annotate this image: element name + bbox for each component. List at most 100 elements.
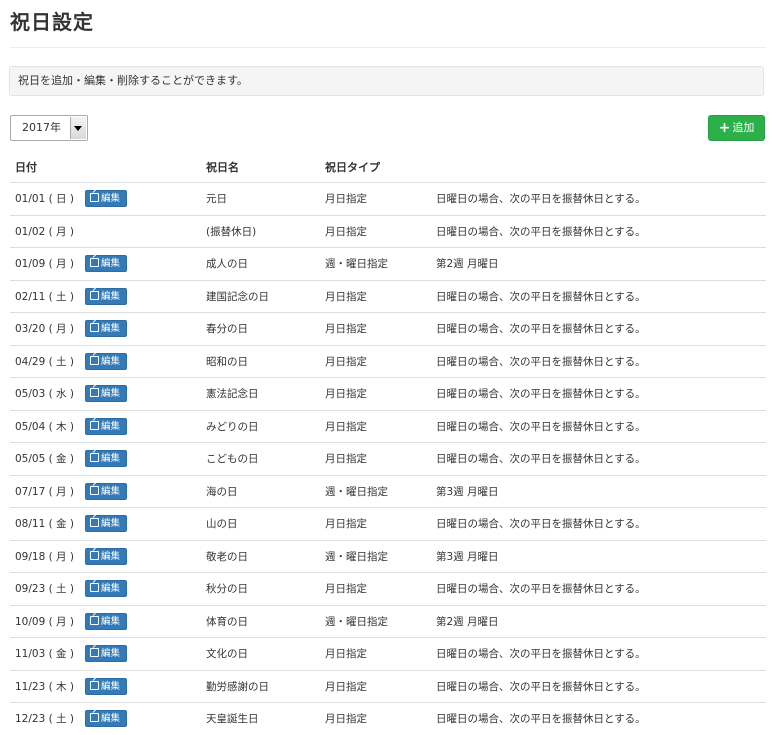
edit-icon xyxy=(90,355,99,365)
edit-button-label: 編集 xyxy=(101,323,121,335)
edit-button[interactable]: 編集 xyxy=(85,320,127,338)
holiday-name: 文化の日 xyxy=(201,637,320,670)
header-date: 日付 xyxy=(10,152,85,183)
table-row: 03/20 ( 月 ) 編集 春分の日 月日指定 日曜日の場合、次の平日を振替休日とする… xyxy=(10,312,766,345)
holiday-date: 09/18 ( 月 ) xyxy=(10,539,85,573)
holiday-type: 週・曜日指定 xyxy=(320,474,431,508)
edit-icon xyxy=(90,518,99,528)
holiday-date: 11/03 ( 金 ) xyxy=(10,637,85,670)
holiday-table: 日付 祝日名 祝日タイプ 01/01 ( 日 ) 編集 元日 月日指定 日曜日の場合、次… xyxy=(10,152,766,735)
holiday-rule: 日曜日の場合、次の平日を振替休日とする。 xyxy=(431,637,766,670)
holiday-date: 08/11 ( 金 ) xyxy=(10,507,85,540)
holiday-name: (振替休日) xyxy=(201,214,320,248)
edit-icon xyxy=(90,388,99,398)
table-row: 09/18 ( 月 ) 編集 敬老の日 週・曜日指定 第3週 月曜日 xyxy=(10,539,766,573)
edit-button[interactable]: 編集 xyxy=(85,190,127,208)
edit-button-label: 編集 xyxy=(101,290,121,302)
edit-icon xyxy=(90,648,99,658)
edit-button[interactable]: 編集 xyxy=(85,547,127,565)
edit-icon xyxy=(90,680,99,690)
table-header-row: 日付 祝日名 祝日タイプ xyxy=(10,152,766,183)
holiday-type: 月日指定 xyxy=(320,669,431,703)
holiday-name: 山の日 xyxy=(201,507,320,540)
edit-button[interactable]: 編集 xyxy=(85,482,127,500)
holiday-rule: 第2週 月曜日 xyxy=(431,247,766,280)
table-row: 11/03 ( 金 ) 編集 文化の日 月日指定 日曜日の場合、次の平日を振替休日とする… xyxy=(10,637,766,670)
edit-button[interactable]: 編集 xyxy=(85,580,127,598)
edit-button[interactable]: 編集 xyxy=(85,255,127,273)
holiday-rule: 日曜日の場合、次の平日を振替休日とする。 xyxy=(431,702,766,735)
edit-button[interactable]: 編集 xyxy=(85,417,127,435)
holiday-rule: 第3週 月曜日 xyxy=(431,474,766,508)
edit-icon xyxy=(90,583,99,593)
edit-icon xyxy=(90,713,99,723)
table-row: 05/03 ( 水 ) 編集 憲法記念日 月日指定 日曜日の場合、次の平日を振替休日とす… xyxy=(10,377,766,410)
holiday-date: 10/09 ( 月 ) xyxy=(10,604,85,638)
edit-cell: 編集 xyxy=(85,702,201,735)
holiday-rule: 日曜日の場合、次の平日を振替休日とする。 xyxy=(431,312,766,345)
holiday-type: 月日指定 xyxy=(320,377,431,410)
holiday-rule: 日曜日の場合、次の平日を振替休日とする。 xyxy=(431,344,766,378)
edit-cell: 編集 xyxy=(85,247,201,280)
edit-button-label: 編集 xyxy=(101,583,121,595)
holiday-rule: 日曜日の場合、次の平日を振替休日とする。 xyxy=(431,669,766,703)
edit-button[interactable]: 編集 xyxy=(85,287,127,305)
holiday-rule: 第3週 月曜日 xyxy=(431,539,766,573)
holiday-date: 01/01 ( 日 ) xyxy=(15,193,74,206)
table-row: 07/17 ( 月 ) 編集 海の日 週・曜日指定 第3週 月曜日 xyxy=(10,474,766,508)
year-select-value: 2017年 xyxy=(22,121,61,134)
edit-icon xyxy=(90,615,99,625)
header-holiday-type: 祝日タイプ xyxy=(320,152,431,183)
holiday-type: 月日指定 xyxy=(320,312,431,345)
plus-icon: + xyxy=(718,120,731,136)
add-holiday-button[interactable]: + 追加 xyxy=(708,115,765,141)
edit-button[interactable]: 編集 xyxy=(85,515,127,533)
edit-cell: 編集 xyxy=(85,669,201,703)
edit-button-label: 編集 xyxy=(101,550,121,562)
edit-cell: 編集 xyxy=(85,572,201,605)
holiday-rule: 日曜日の場合、次の平日を振替休日とする。 xyxy=(431,507,766,540)
edit-cell: 編集 xyxy=(85,442,201,475)
holiday-name: みどりの日 xyxy=(201,409,320,443)
holiday-rule: 日曜日の場合、次の平日を振替休日とする。 xyxy=(436,193,646,206)
edit-button-label: 編集 xyxy=(101,453,121,465)
edit-button[interactable]: 編集 xyxy=(85,710,127,728)
edit-icon xyxy=(90,550,99,560)
edit-button[interactable]: 編集 xyxy=(85,450,127,468)
table-row: 02/11 ( 土 ) 編集 建国記念の日 月日指定 日曜日の場合、次の平日を振替休日と… xyxy=(10,279,766,313)
info-message: 祝日を追加・編集・削除することができます。 xyxy=(9,66,764,96)
table-row: 05/04 ( 木 ) 編集 みどりの日 月日指定 日曜日の場合、次の平日を振替休日とす… xyxy=(10,409,766,443)
edit-button[interactable]: 編集 xyxy=(85,677,127,695)
year-select[interactable]: 2017年 xyxy=(10,115,88,141)
edit-button-label: 編集 xyxy=(101,713,121,725)
holiday-date: 05/05 ( 金 ) xyxy=(10,442,85,475)
holiday-name: 天皇誕生日 xyxy=(201,702,320,735)
page-title: 祝日設定 xyxy=(10,10,94,34)
holiday-type: 週・曜日指定 xyxy=(320,604,431,638)
holiday-date: 05/03 ( 水 ) xyxy=(10,377,85,410)
edit-cell: 編集 xyxy=(85,409,201,443)
edit-icon xyxy=(90,420,99,430)
edit-icon xyxy=(90,290,99,300)
edit-button-label: 編集 xyxy=(101,388,121,400)
edit-button-label: 編集 xyxy=(101,355,121,367)
holiday-type: 月日指定 xyxy=(320,702,431,735)
edit-button[interactable]: 編集 xyxy=(85,385,127,403)
edit-button[interactable]: 編集 xyxy=(85,645,127,663)
holiday-date: 09/23 ( 土 ) xyxy=(10,572,85,605)
holiday-type: 月日指定 xyxy=(320,344,431,378)
holiday-date: 11/23 ( 木 ) xyxy=(10,669,85,703)
edit-cell: 編集 xyxy=(85,604,201,638)
edit-button-label: 編集 xyxy=(101,485,121,497)
holiday-type: 月日指定 xyxy=(320,409,431,443)
holiday-date: 12/23 ( 土 ) xyxy=(10,702,85,735)
edit-button[interactable]: 編集 xyxy=(85,352,127,370)
edit-cell: 編集 xyxy=(85,377,201,410)
edit-button[interactable]: 編集 xyxy=(85,612,127,630)
holiday-date: 03/20 ( 月 ) xyxy=(10,312,85,345)
chevron-down-icon[interactable] xyxy=(70,117,86,139)
holiday-type: 月日指定 xyxy=(320,637,431,670)
edit-cell: 編集 xyxy=(85,507,201,540)
edit-button-label: 編集 xyxy=(101,193,121,205)
edit-button-label: 編集 xyxy=(101,518,121,530)
